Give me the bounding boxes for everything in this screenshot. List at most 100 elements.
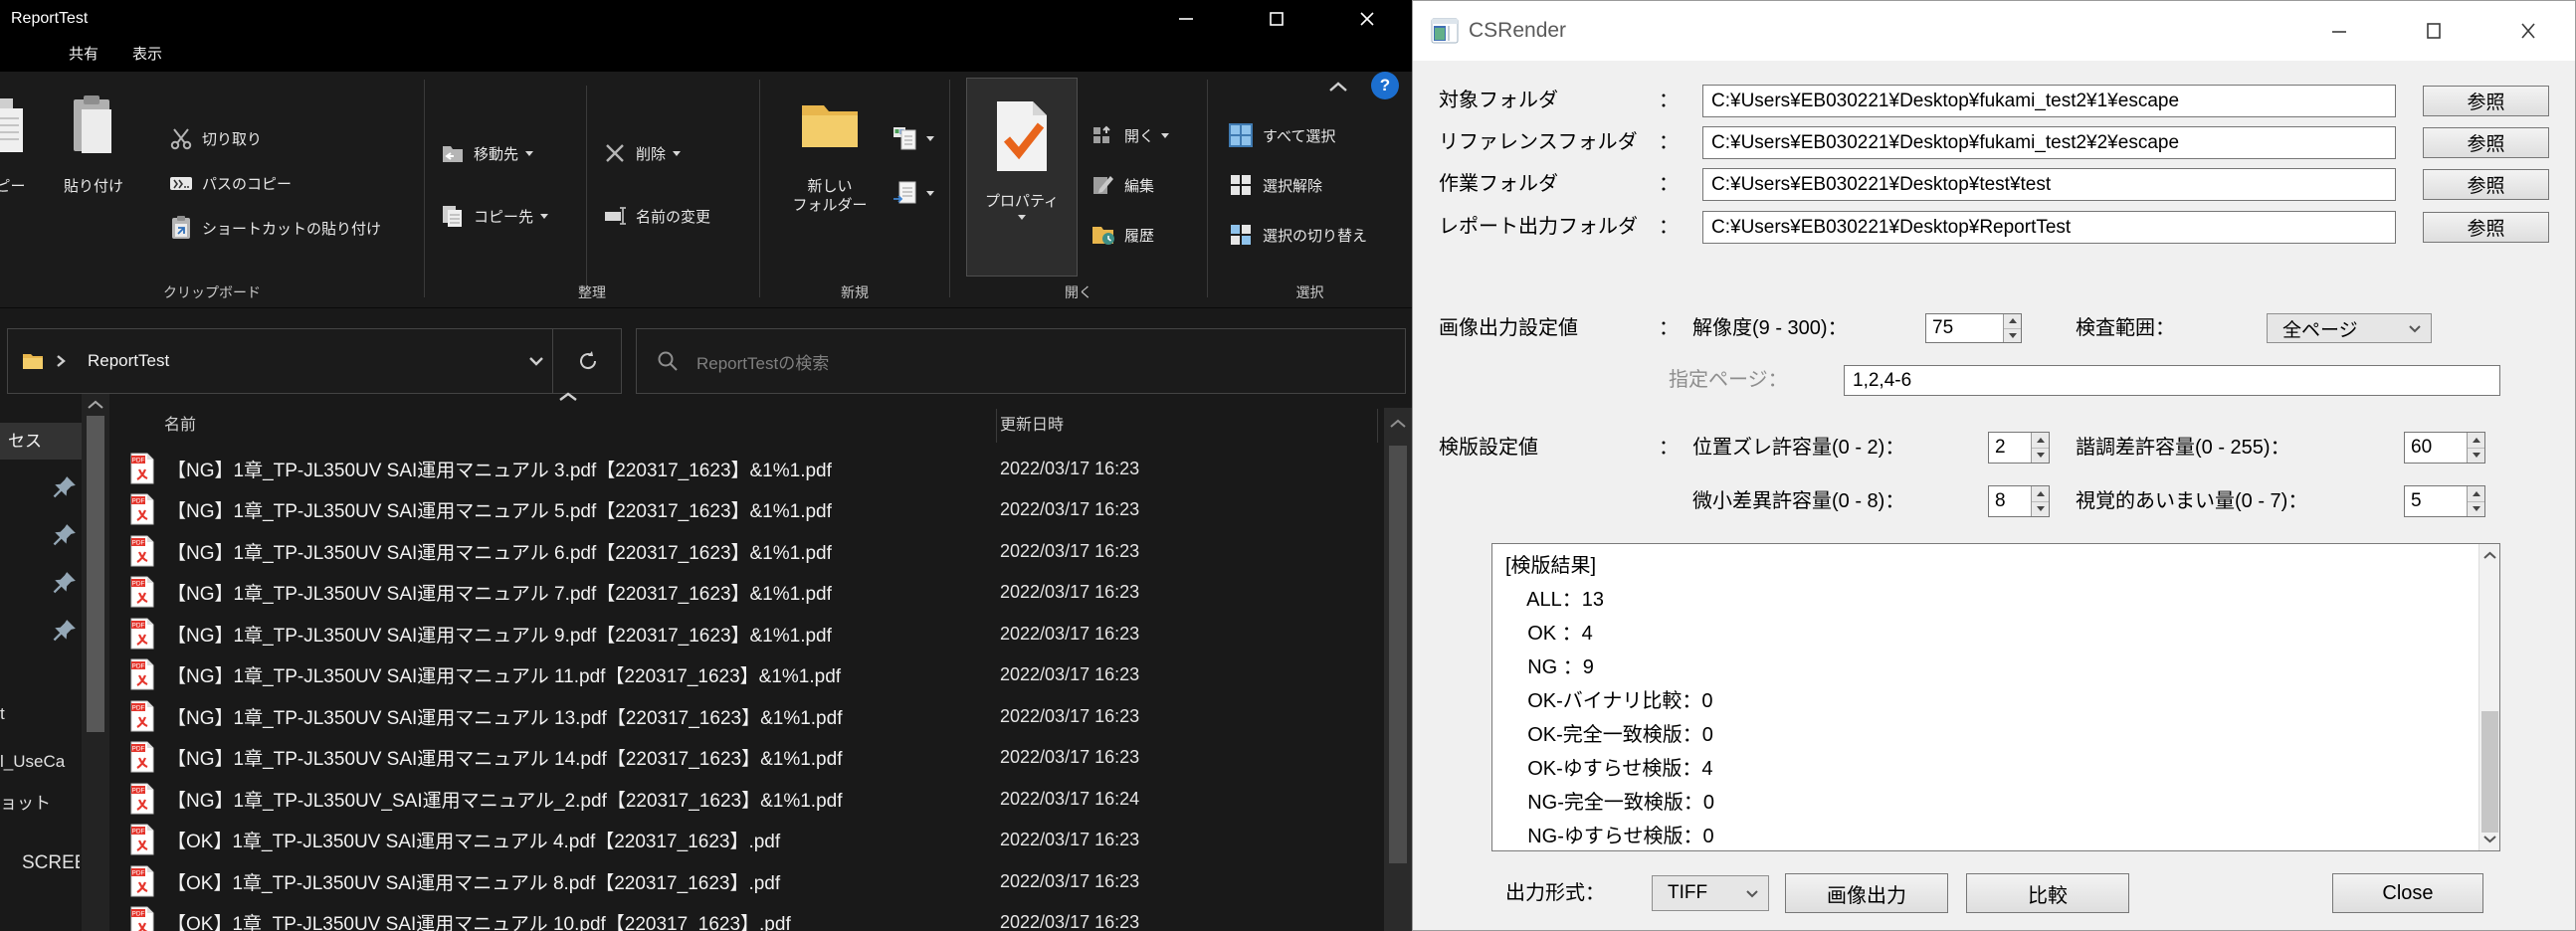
maximize-button[interactable] bbox=[1231, 0, 1321, 37]
file-row[interactable]: PDF【NG】1章_TP-JL350UV SAI運用マニュアル 9.pdf【22… bbox=[109, 613, 1384, 654]
report-output-folder-input[interactable]: C:¥Users¥EB030221¥Desktop¥ReportTest bbox=[1702, 211, 2396, 244]
copy-path-button[interactable]: パスのコピー bbox=[169, 166, 381, 200]
svg-text:PDF: PDF bbox=[132, 663, 145, 670]
compare-button[interactable]: 比較 bbox=[1966, 873, 2129, 913]
copy-to-button[interactable]: コピー先 bbox=[441, 199, 586, 233]
minimize-button[interactable] bbox=[2303, 1, 2375, 61]
file-row[interactable]: PDF【NG】1章_TP-JL350UV SAI運用マニュアル 13.pdf【2… bbox=[109, 695, 1384, 737]
image-output-button[interactable]: 画像出力 bbox=[1785, 873, 1948, 913]
spin-down-button[interactable] bbox=[2468, 501, 2484, 517]
reference-folder-input[interactable]: C:¥Users¥EB030221¥Desktop¥fukami_test2¥2… bbox=[1702, 126, 2396, 159]
column-header-modified[interactable]: 更新日時 bbox=[1000, 411, 1064, 435]
spin-up-button[interactable] bbox=[2032, 433, 2049, 448]
column-divider[interactable] bbox=[996, 409, 997, 443]
explorer-window-controls bbox=[1140, 0, 1412, 37]
sidebar-item[interactable]: ョット bbox=[0, 789, 80, 814]
scrollbar-thumb[interactable] bbox=[87, 416, 104, 732]
inspection-results-box[interactable]: [検版結果] ALL：13 OK ：4 NG ：9 OK-バイナリ比較：0 OK… bbox=[1491, 543, 2500, 851]
chevron-down-icon bbox=[525, 151, 533, 156]
clear-selection-button[interactable]: 選択解除 bbox=[1228, 168, 1412, 202]
spin-up-button[interactable] bbox=[2004, 314, 2021, 328]
file-row[interactable]: PDF【NG】1章_TP-JL350UV SAI運用マニュアル 5.pdf【22… bbox=[109, 488, 1384, 530]
cut-button[interactable]: 切り取り bbox=[169, 121, 381, 155]
reference-folder-browse-button[interactable]: 参照 bbox=[2423, 127, 2549, 158]
column-divider[interactable] bbox=[1377, 409, 1378, 443]
sidebar-item[interactable]: SCREEN bbox=[22, 852, 80, 874]
position-tolerance-spinner[interactable]: 2 bbox=[1988, 432, 2050, 464]
results-scrollbar[interactable] bbox=[2478, 544, 2499, 850]
ribbon-group-organize: 移動先 コピー先 削除 bbox=[425, 72, 759, 308]
report-output-folder-browse-button[interactable]: 参照 bbox=[2423, 212, 2549, 243]
file-row[interactable]: PDF【NG】1章_TP-JL350UV SAI運用マニュアル 7.pdf【22… bbox=[109, 571, 1384, 613]
refresh-button[interactable] bbox=[553, 329, 622, 393]
copy-button[interactable]: コピー bbox=[0, 72, 38, 245]
file-list-scrollbar[interactable] bbox=[1384, 408, 1412, 931]
close-dialog-button[interactable]: Close bbox=[2332, 873, 2483, 913]
visual-ambiguity-spinner[interactable]: 5 bbox=[2404, 485, 2485, 517]
close-button[interactable] bbox=[2492, 1, 2564, 61]
move-to-button[interactable]: 移動先 bbox=[441, 136, 586, 170]
work-folder-browse-button[interactable]: 参照 bbox=[2423, 169, 2549, 200]
collapse-ribbon-button[interactable] bbox=[1323, 74, 1353, 99]
folder-icon bbox=[22, 352, 44, 371]
chevron-down-icon bbox=[926, 191, 934, 196]
spin-up-button[interactable] bbox=[2468, 486, 2484, 501]
properties-button[interactable]: プロパティ bbox=[966, 78, 1078, 277]
invert-selection-button[interactable]: 選択の切り替え bbox=[1228, 218, 1412, 252]
file-row[interactable]: PDF【NG】1章_TP-JL350UV SAI運用マニュアル 14.pdf【2… bbox=[109, 736, 1384, 778]
easy-access-button[interactable] bbox=[892, 176, 934, 210]
sidebar-scrollbar[interactable] bbox=[82, 394, 109, 931]
file-row[interactable]: PDF【NG】1章_TP-JL350UV SAI運用マニュアル 3.pdf【22… bbox=[109, 448, 1384, 489]
breadcrumb[interactable]: ReportTest bbox=[88, 351, 169, 371]
minimize-button[interactable] bbox=[1140, 0, 1231, 37]
tab-share[interactable]: 共有 bbox=[52, 37, 115, 72]
target-folder-browse-button[interactable]: 参照 bbox=[2423, 86, 2549, 116]
file-row[interactable]: PDF【NG】1章_TP-JL350UV SAI運用マニュアル 11.pdf【2… bbox=[109, 653, 1384, 695]
close-button[interactable] bbox=[1321, 0, 1412, 37]
delete-button[interactable]: 削除 bbox=[603, 136, 710, 170]
open-button[interactable]: 開く bbox=[1091, 118, 1169, 152]
file-row[interactable]: PDF【OK】1章_TP-JL350UV SAI運用マニュアル 4.pdf【22… bbox=[109, 819, 1384, 860]
file-row[interactable]: PDF【OK】1章_TP-JL350UV SAI運用マニュアル 8.pdf【22… bbox=[109, 860, 1384, 902]
maximize-button[interactable] bbox=[2398, 1, 2470, 61]
tone-tolerance-spinner[interactable]: 60 bbox=[2404, 432, 2485, 464]
svg-text:PDF: PDF bbox=[132, 788, 145, 795]
sidebar-item[interactable]: l_UseCa bbox=[0, 752, 80, 772]
colon: ： bbox=[1659, 168, 1679, 201]
spin-up-button[interactable] bbox=[2032, 486, 2049, 501]
rename-button[interactable]: 名前の変更 bbox=[603, 199, 710, 233]
spin-down-button[interactable] bbox=[2032, 501, 2049, 517]
spin-up-button[interactable] bbox=[2468, 433, 2484, 448]
inspection-range-select[interactable]: 全ページ bbox=[2267, 313, 2432, 343]
output-format-select[interactable]: TIFF bbox=[1652, 875, 1769, 911]
edit-button[interactable]: 編集 bbox=[1091, 168, 1169, 202]
file-row[interactable]: PDF【NG】1章_TP-JL350UV_SAI運用マニュアル_2.pdf【22… bbox=[109, 778, 1384, 820]
sidebar-item[interactable]: t bbox=[0, 704, 80, 724]
sidebar-item-quick-access[interactable]: セス bbox=[0, 423, 82, 460]
address-bar[interactable]: ReportTest bbox=[7, 328, 622, 394]
help-button[interactable]: ? bbox=[1371, 72, 1399, 99]
paste-shortcut-button[interactable]: ショートカットの貼り付け bbox=[169, 211, 381, 245]
spin-down-button[interactable] bbox=[2004, 328, 2021, 343]
inspection-settings-label: 検版設定値 bbox=[1439, 432, 1538, 464]
file-row[interactable]: PDF【OK】1章_TP-JL350UV SAI運用マニュアル 10.pdf【2… bbox=[109, 901, 1384, 931]
address-dropdown-button[interactable] bbox=[519, 329, 552, 393]
spin-down-button[interactable] bbox=[2032, 448, 2049, 464]
scrollbar-thumb[interactable] bbox=[1389, 446, 1407, 863]
history-button[interactable]: 履歴 bbox=[1091, 218, 1169, 252]
paste-button[interactable]: 貼り付け bbox=[52, 72, 135, 245]
target-folder-input[interactable]: C:¥Users¥EB030221¥Desktop¥fukami_test2¥1… bbox=[1702, 85, 2396, 117]
file-row[interactable]: PDF【NG】1章_TP-JL350UV SAI運用マニュアル 6.pdf【22… bbox=[109, 530, 1384, 572]
column-header-name[interactable]: 名前 bbox=[164, 411, 196, 435]
select-all-button[interactable]: すべて選択 bbox=[1228, 118, 1412, 152]
resolution-spinner[interactable]: 75 bbox=[1925, 313, 2022, 343]
spin-down-button[interactable] bbox=[2468, 448, 2484, 464]
new-folder-button[interactable]: 新しい フォルダー bbox=[778, 72, 882, 215]
tab-view[interactable]: 表示 bbox=[115, 37, 179, 72]
scrollbar-thumb[interactable] bbox=[2481, 711, 2498, 833]
search-input[interactable]: ReportTestの検索 bbox=[636, 328, 1406, 394]
specified-pages-input[interactable]: 1,2,4-6 bbox=[1844, 365, 2500, 396]
new-item-button[interactable] bbox=[892, 121, 934, 155]
minor-difference-tolerance-spinner[interactable]: 8 bbox=[1988, 485, 2050, 517]
work-folder-input[interactable]: C:¥Users¥EB030221¥Desktop¥test¥test bbox=[1702, 168, 2396, 201]
